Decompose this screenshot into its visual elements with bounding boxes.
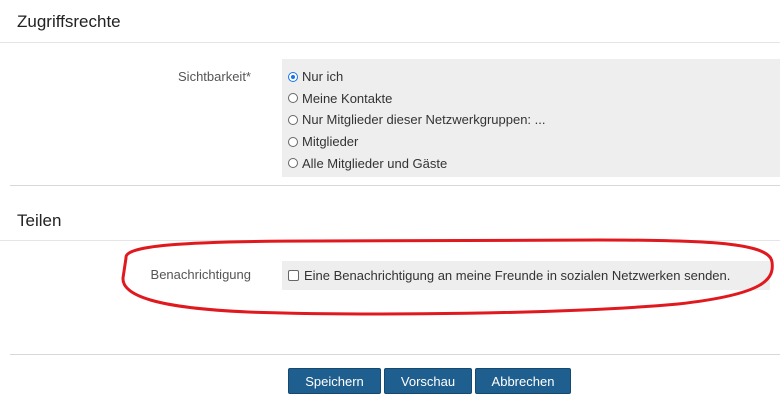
visibility-option-label: Nur Mitglieder dieser Netzwerkgruppen: .…: [302, 112, 546, 128]
radio-checked-icon[interactable]: [288, 71, 298, 82]
visibility-option-only-me[interactable]: Nur ich: [288, 66, 546, 88]
visibility-option-contacts[interactable]: Meine Kontakte: [288, 88, 546, 110]
radio-icon[interactable]: [288, 93, 298, 104]
section-title-access: Zugriffsrechte: [17, 12, 121, 31]
section-divider: [10, 185, 780, 186]
notification-checkbox-row[interactable]: Eine Benachrichtigung an meine Freunde i…: [288, 268, 730, 283]
visibility-option-label: Mitglieder: [302, 134, 359, 150]
visibility-options-panel: Nur ich Meine Kontakte Nur Mitglieder di…: [282, 59, 780, 177]
visibility-label: Sichtbarkeit*: [178, 69, 251, 84]
notification-checkbox-label: Eine Benachrichtigung an meine Freunde i…: [304, 268, 731, 283]
section-divider: [10, 354, 780, 355]
section-divider: [0, 240, 780, 241]
visibility-option-label: Meine Kontakte: [302, 90, 393, 106]
visibility-option-network-groups[interactable]: Nur Mitglieder dieser Netzwerkgruppen: .…: [288, 109, 546, 131]
visibility-option-label: Nur ich: [302, 69, 344, 85]
visibility-option-members[interactable]: Mitglieder: [288, 131, 546, 153]
section-title-share: Teilen: [17, 211, 62, 230]
notification-label: Benachrichtigung: [150, 267, 251, 282]
radio-icon[interactable]: [288, 114, 298, 125]
save-button[interactable]: Speichern: [288, 368, 381, 394]
visibility-option-label: Alle Mitglieder und Gäste: [302, 155, 448, 171]
cancel-button[interactable]: Abbrechen: [475, 368, 571, 394]
section-divider: [0, 42, 780, 43]
preview-button[interactable]: Vorschau: [384, 368, 472, 394]
visibility-option-all-members-guests[interactable]: Alle Mitglieder und Gäste: [288, 152, 546, 174]
radio-icon[interactable]: [288, 136, 298, 147]
checkbox-icon[interactable]: [288, 270, 299, 281]
radio-icon[interactable]: [288, 158, 298, 169]
notification-panel: Eine Benachrichtigung an meine Freunde i…: [282, 261, 770, 290]
